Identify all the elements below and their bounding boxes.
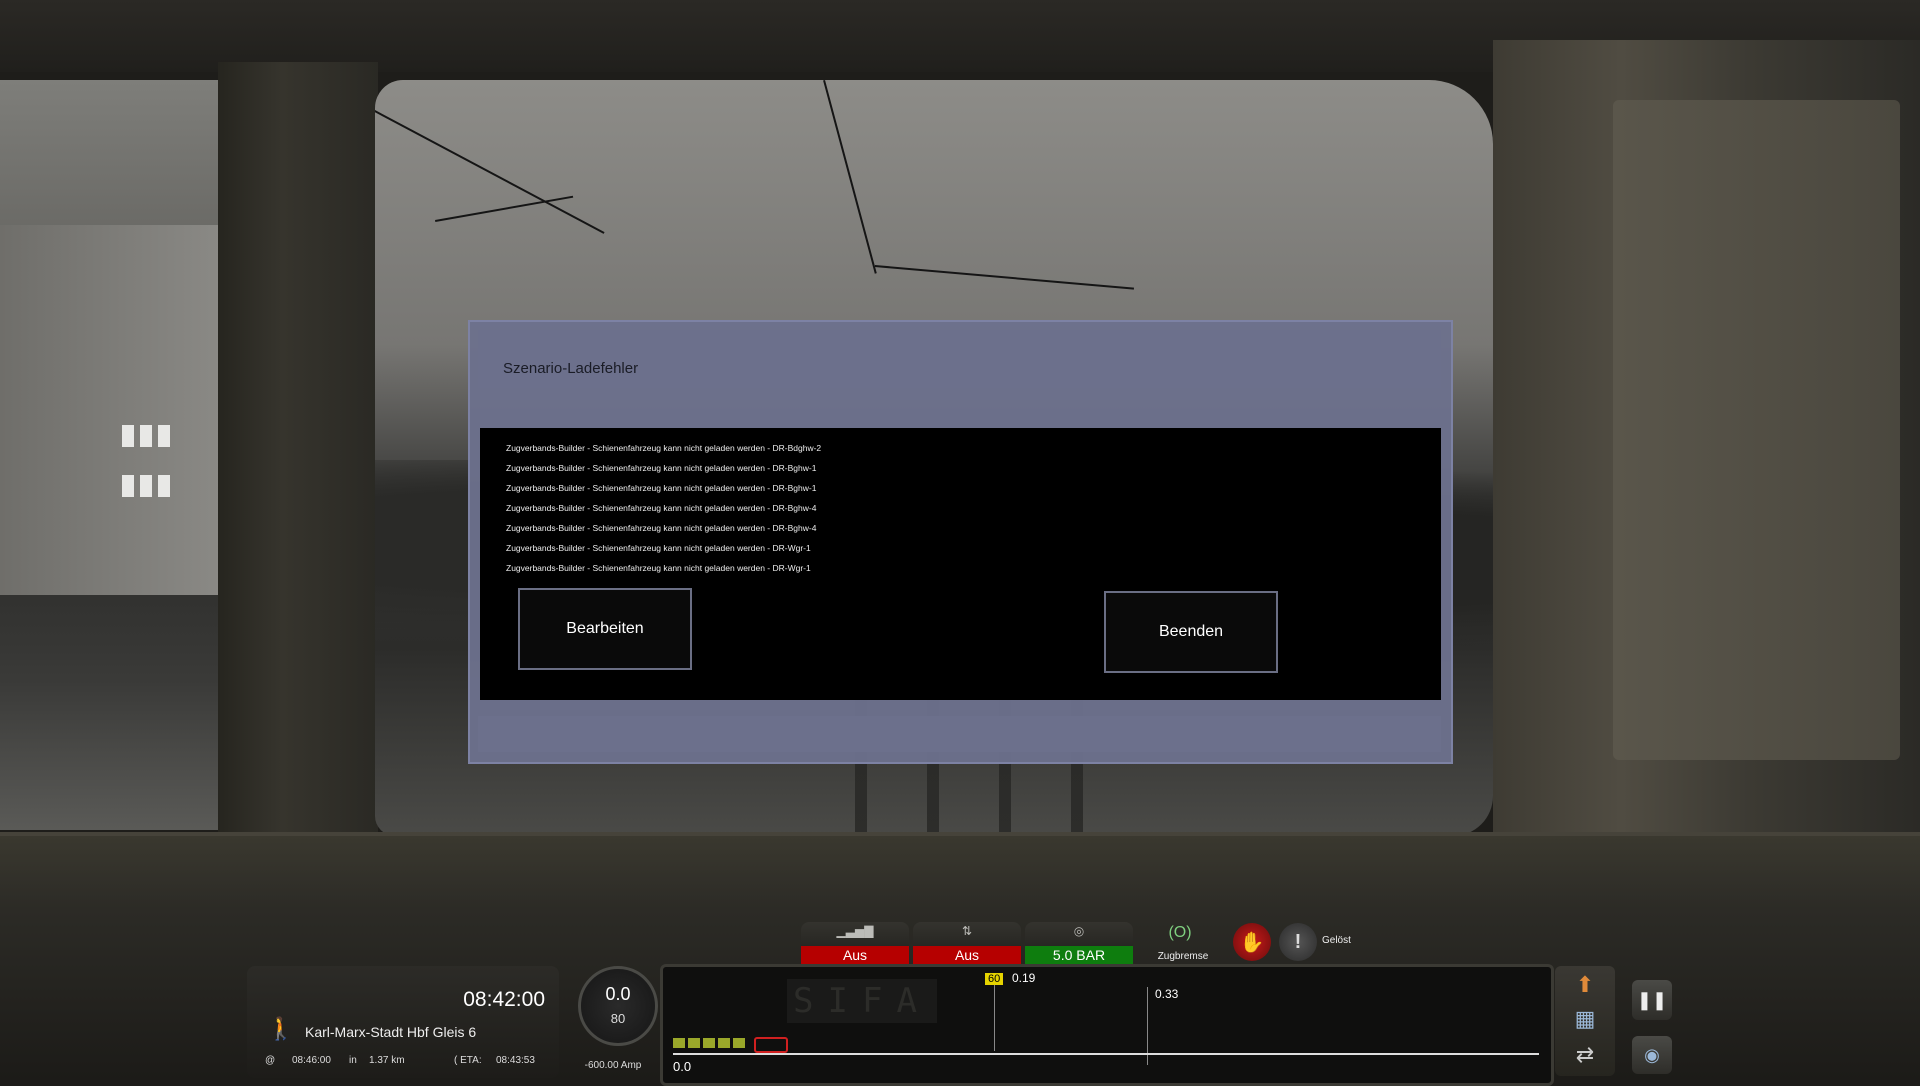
edit-button[interactable]: Bearbeiten bbox=[518, 588, 692, 670]
error-message: Zugverbands-Builder - Schienenfahrzeug k… bbox=[506, 483, 817, 493]
clock: 08:42:00 bbox=[463, 988, 545, 1011]
released-label: Gelöst bbox=[1322, 935, 1351, 946]
sifa-indicator: SIFA bbox=[787, 979, 937, 1023]
alert-exclamation-icon[interactable]: ! bbox=[1279, 923, 1317, 961]
updown-arrows-icon: ⇅ bbox=[961, 924, 973, 938]
train-segment bbox=[688, 1038, 700, 1048]
train-brake-label: Zugbremse bbox=[1157, 951, 1209, 962]
house-window bbox=[158, 475, 170, 497]
signal-bars-icon: ▁▃▅▇ bbox=[836, 924, 874, 938]
track-monitor: SIFA 60 0.19 0.33 0.0 bbox=[660, 964, 1554, 1086]
catenary-wire bbox=[874, 265, 1135, 290]
train-segment bbox=[733, 1038, 745, 1048]
train-brake-icon[interactable]: (O) bbox=[1160, 924, 1200, 942]
in-label: in bbox=[349, 1055, 357, 1066]
dialog-body: Zugverbands-Builder - Schienenfahrzeug k… bbox=[480, 428, 1441, 700]
monitor-start-value: 0.0 bbox=[673, 1059, 692, 1074]
house-window bbox=[158, 425, 170, 447]
house-window bbox=[122, 425, 134, 447]
train-segment bbox=[703, 1038, 715, 1048]
dialog-header bbox=[478, 330, 1441, 388]
error-message: Zugverbands-Builder - Schienenfahrzeug k… bbox=[506, 503, 817, 513]
save-icon[interactable]: ▦ bbox=[1555, 1006, 1615, 1032]
cab-door bbox=[1613, 100, 1900, 760]
limit-distance: 0.19 bbox=[1012, 971, 1036, 985]
speed-limit: 80 bbox=[610, 1011, 626, 1026]
locomotive-marker bbox=[754, 1037, 788, 1053]
at-symbol: @ bbox=[265, 1055, 276, 1066]
camera-icon[interactable]: ◉ bbox=[1632, 1036, 1672, 1074]
pantograph-status: Aus bbox=[801, 946, 909, 964]
cab-pillar bbox=[218, 62, 378, 852]
switch-icon[interactable]: ⇄ bbox=[1555, 1042, 1615, 1068]
catenary-wire bbox=[823, 80, 877, 274]
next-station: Karl-Marx-Stadt Hbf Gleis 6 bbox=[305, 1024, 477, 1040]
error-message: Zugverbands-Builder - Schienenfahrzeug k… bbox=[506, 463, 817, 473]
scheduled-time: 08:46:00 bbox=[292, 1055, 331, 1066]
right-cab-frame bbox=[1493, 40, 1920, 870]
speed-limit-tag: 60 bbox=[985, 973, 1004, 985]
error-message-list: Zugverbands-Builder - Schienenfahrzeug k… bbox=[506, 438, 821, 578]
house-window bbox=[140, 475, 152, 497]
scenario-load-error-dialog: Szenario-Ladefehler Zugverbands-Builder … bbox=[468, 320, 1453, 764]
dialog-title: Szenario-Ladefehler bbox=[503, 360, 639, 377]
speedometer: 0.0 80 bbox=[578, 966, 658, 1046]
eta-label: ( ETA: bbox=[454, 1055, 482, 1066]
error-message: Zugverbands-Builder - Schienenfahrzeug k… bbox=[506, 543, 811, 553]
pause-button[interactable]: ❚❚ bbox=[1632, 980, 1672, 1020]
catenary-wire bbox=[435, 195, 574, 222]
catenary-wire bbox=[375, 110, 605, 234]
quit-button[interactable]: Beenden bbox=[1104, 591, 1278, 673]
current-speed: 0.0 bbox=[605, 984, 631, 1004]
train-segment bbox=[718, 1038, 730, 1048]
house-window bbox=[140, 425, 152, 447]
signal-distance: 0.33 bbox=[1155, 987, 1179, 1001]
dialog-footer bbox=[478, 716, 1441, 752]
pressure-icon: ◎ bbox=[1073, 924, 1085, 938]
eta-time: 08:43:53 bbox=[496, 1055, 535, 1066]
main-switch-status: Aus bbox=[913, 946, 1021, 964]
walking-person-icon: 🚶 bbox=[267, 1016, 295, 1041]
amperage-readout: -600.00 Amp bbox=[584, 1060, 642, 1071]
house-window bbox=[122, 475, 134, 497]
menu-buttons: ⬆ ▦ ⇄ bbox=[1555, 966, 1615, 1076]
map-icon[interactable]: ⬆ bbox=[1555, 972, 1615, 998]
error-message: Zugverbands-Builder - Schienenfahrzeug k… bbox=[506, 523, 817, 533]
train-segment bbox=[673, 1038, 685, 1048]
error-message: Zugverbands-Builder - Schienenfahrzeug k… bbox=[506, 563, 811, 573]
house bbox=[0, 225, 220, 595]
next-stop-panel: 08:42:00 🚶 Karl-Marx-Stadt Hbf Gleis 6 @… bbox=[247, 966, 559, 1078]
track-line bbox=[673, 1053, 1539, 1055]
error-message: Zugverbands-Builder - Schienenfahrzeug k… bbox=[506, 443, 822, 453]
distance-to-stop: 1.37 km bbox=[369, 1055, 405, 1066]
emergency-brake-hand-icon[interactable]: ✋ bbox=[1233, 923, 1271, 961]
left-window-view bbox=[0, 80, 220, 830]
brake-pressure-value: 5.0 BAR bbox=[1025, 946, 1133, 964]
